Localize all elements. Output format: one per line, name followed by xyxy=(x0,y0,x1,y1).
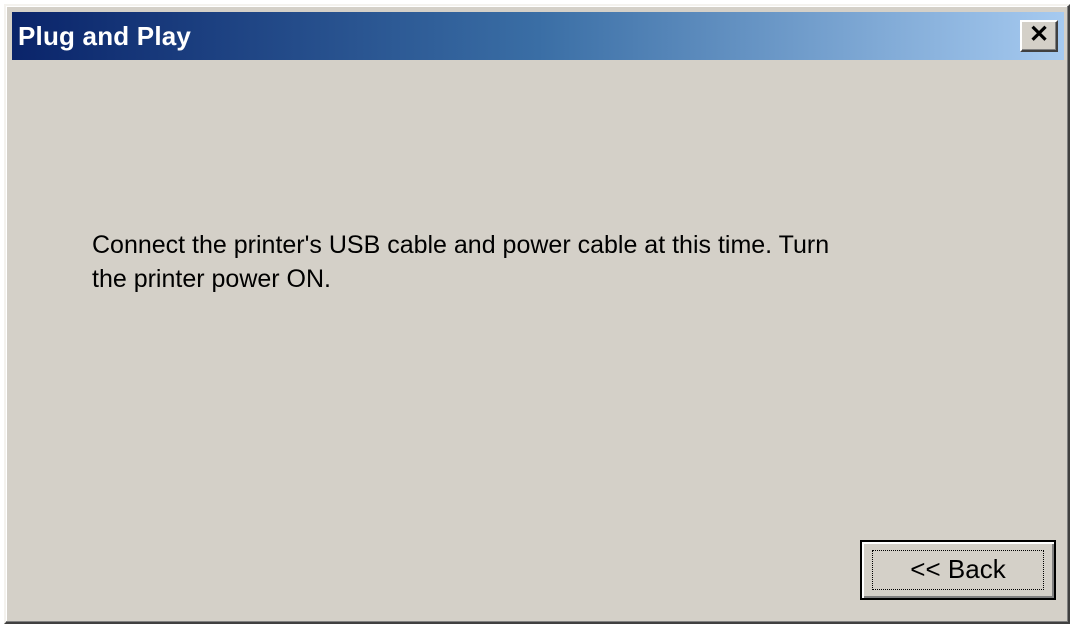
instruction-line-1: Connect the printer's USB cable and powe… xyxy=(92,231,830,259)
plug-and-play-dialog: Plug and Play ✕ Connect the printer's US… xyxy=(4,4,1070,624)
back-button[interactable]: << Back xyxy=(860,540,1056,600)
close-icon: ✕ xyxy=(1028,21,1050,48)
instruction-message: Connect the printer's USB cable and powe… xyxy=(92,228,952,296)
back-button-label: << Back xyxy=(910,554,1006,584)
title-bar[interactable]: Plug and Play ✕ xyxy=(12,12,1064,60)
instruction-line-2: the printer power ON. xyxy=(92,265,331,293)
close-button[interactable]: ✕ xyxy=(1020,20,1058,52)
window-title: Plug and Play xyxy=(18,21,192,51)
